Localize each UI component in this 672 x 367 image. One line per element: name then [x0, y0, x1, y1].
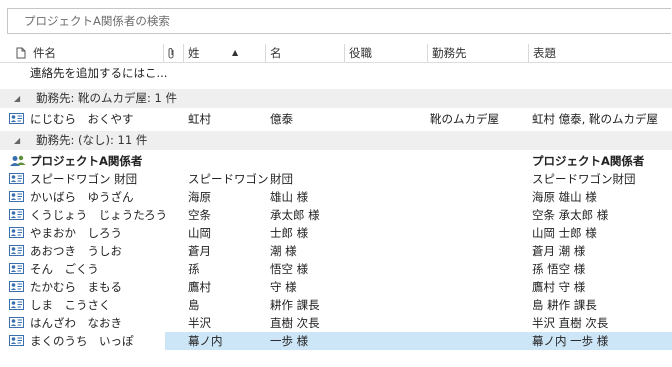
contact-card-icon: [9, 191, 24, 202]
column-name[interactable]: 件名: [33, 44, 56, 62]
contact-last-name: 孫: [188, 262, 200, 276]
contact-name: はんざわ なおき: [30, 316, 122, 330]
group-label: 勤務先: 靴のムカデ屋: 1 件: [36, 91, 178, 105]
contact-first-name: 守 様: [270, 280, 297, 294]
contact-first-name: 雄山 様: [270, 190, 309, 204]
contact-row[interactable]: やまおか しろう 山岡 士郎 様 山岡 士郎 様: [0, 224, 672, 242]
contact-first-name: 潮 様: [270, 244, 297, 258]
contact-name: かいばら ゆうざん: [30, 190, 134, 204]
contact-name: にじむら おくやす: [30, 112, 134, 126]
contact-name: たかむら まもる: [30, 280, 122, 294]
contact-card-icon: [9, 299, 24, 310]
contact-last-name: 幕ノ内: [188, 334, 223, 348]
contact-row[interactable]: そん ごくう 孫 悟空 様 孫 悟空 様: [0, 260, 672, 278]
contact-last-name: 虹村: [188, 112, 211, 126]
column-first-name[interactable]: 名: [265, 44, 344, 62]
contact-first-name: 億泰: [270, 112, 293, 126]
contact-title: 島 耕作 課長: [532, 298, 597, 312]
column-last-name[interactable]: 姓 ▲: [183, 44, 265, 62]
column-role[interactable]: 役職: [344, 44, 427, 62]
contact-last-name: スピードワゴン: [188, 172, 269, 186]
contact-first-name: 一歩 様: [270, 334, 309, 348]
contact-row[interactable]: かいばら ゆうざん 海原 雄山 様 海原 雄山 様: [0, 188, 672, 206]
contact-name: あおつき うしお: [30, 244, 122, 258]
contact-name: まくのうち いっぽ: [30, 334, 134, 348]
column-last-name-label: 姓: [188, 46, 200, 60]
collapse-triangle-icon[interactable]: ◢: [14, 89, 20, 108]
contact-title: 山岡 士郎 様: [532, 226, 597, 240]
column-title[interactable]: 表題: [528, 44, 672, 62]
column-company[interactable]: 勤務先: [427, 44, 528, 62]
contact-company: 靴のムカデ屋: [430, 112, 499, 126]
contact-name: スピードワゴン 財団: [30, 172, 138, 186]
collapse-triangle-icon[interactable]: ◢: [14, 131, 20, 150]
contact-title: スピードワゴン財団: [532, 172, 636, 186]
contact-title: 幕ノ内 一歩 様: [532, 334, 609, 348]
document-icon[interactable]: [16, 44, 26, 62]
contact-last-name: 海原: [188, 190, 211, 204]
contact-last-name: 蒼月: [188, 244, 211, 258]
contact-title: 半沢 直樹 次長: [532, 316, 609, 330]
contact-first-name: 耕作 課長: [270, 298, 320, 312]
contact-card-icon: [9, 173, 24, 184]
group-label: 勤務先: (なし): 11 件: [36, 133, 148, 147]
contact-name: くうじょう じょうたろう: [30, 208, 168, 222]
add-contact-hint[interactable]: 連絡先を追加するにはこ...: [30, 64, 167, 82]
attachment-icon[interactable]: [163, 44, 183, 62]
contact-name: しま こうさく: [30, 298, 111, 312]
group-header-company[interactable]: ◢ 勤務先: 靴のムカデ屋: 1 件: [0, 89, 672, 108]
contact-row[interactable]: しま こうさく 島 耕作 課長 島 耕作 課長: [0, 296, 672, 314]
contact-card-icon: [9, 335, 24, 346]
contact-list-title: プロジェクトA関係者: [532, 154, 645, 168]
contact-first-name: 士郎 様: [270, 226, 309, 240]
contact-last-name: 山岡: [188, 226, 211, 240]
contact-card-icon: [9, 281, 24, 292]
contact-card-icon: [9, 227, 24, 238]
contact-first-name: 承太郎 様: [270, 208, 320, 222]
contact-last-name: 空条: [188, 208, 211, 222]
contact-title: 海原 雄山 様: [532, 190, 597, 204]
contact-list-name: プロジェクトA関係者: [30, 154, 143, 168]
contact-row[interactable]: まくのうち いっぽ 幕ノ内 一歩 様 幕ノ内 一歩 様: [0, 332, 672, 350]
contact-first-name: 直樹 次長: [270, 316, 320, 330]
contact-card-icon: [9, 317, 24, 328]
contact-row[interactable]: スピードワゴン 財団 スピードワゴン 財団 スピードワゴン財団: [0, 170, 672, 188]
contact-title: 孫 悟空 様: [532, 262, 586, 276]
contact-row[interactable]: にじむら おくやす 虹村 億泰 靴のムカデ屋 虹村 億泰, 靴のムカデ屋: [0, 110, 672, 128]
contact-card-icon: [9, 263, 24, 274]
contact-last-name: 鷹村: [188, 280, 211, 294]
group-header-none[interactable]: ◢ 勤務先: (なし): 11 件: [0, 131, 672, 150]
contact-title: 虹村 億泰, 靴のムカデ屋: [532, 112, 658, 126]
search-input[interactable]: [8, 9, 671, 33]
contact-card-icon: [9, 113, 24, 124]
contact-first-name: 悟空 様: [270, 262, 309, 276]
contact-card-icon: [9, 209, 24, 220]
contact-name: やまおか しろう: [30, 226, 122, 240]
contact-name: そん ごくう: [30, 262, 99, 276]
contact-group-icon: [10, 155, 26, 166]
contact-row[interactable]: あおつき うしお 蒼月 潮 様 蒼月 潮 様: [0, 242, 672, 260]
contact-title: 空条 承太郎 様: [532, 208, 609, 222]
sort-ascending-icon: ▲: [232, 48, 239, 57]
contact-title: 蒼月 潮 様: [532, 244, 586, 258]
contact-last-name: 半沢: [188, 316, 211, 330]
contact-list-row[interactable]: プロジェクトA関係者 プロジェクトA関係者: [0, 152, 672, 170]
contact-title: 鷹村 守 様: [532, 280, 586, 294]
contact-row[interactable]: はんざわ なおき 半沢 直樹 次長 半沢 直樹 次長: [0, 314, 672, 332]
search-box[interactable]: [7, 8, 671, 34]
contact-row[interactable]: たかむら まもる 鷹村 守 様 鷹村 守 様: [0, 278, 672, 296]
contact-row[interactable]: くうじょう じょうたろう 空条 承太郎 様 空条 承太郎 様: [0, 206, 672, 224]
column-header: 件名 姓 ▲ 名 役職 勤務先 表題: [0, 44, 672, 63]
contact-first-name: 財団: [270, 172, 293, 186]
contact-last-name: 島: [188, 298, 200, 312]
contact-card-icon: [9, 245, 24, 256]
